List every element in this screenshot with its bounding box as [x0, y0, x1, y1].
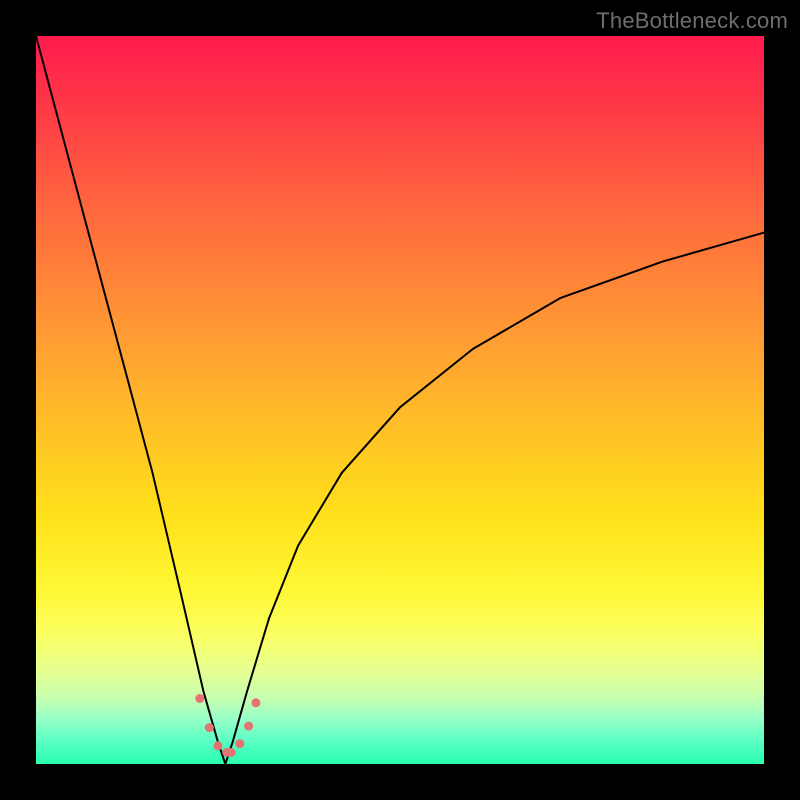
marker-dot	[205, 723, 214, 732]
marker-dot	[251, 698, 260, 707]
marker-dot	[214, 741, 223, 750]
marker-dot	[244, 722, 253, 731]
marker-dot	[235, 739, 244, 748]
curve-line	[36, 36, 764, 764]
watermark-text: TheBottleneck.com	[596, 8, 788, 34]
plot-area	[36, 36, 764, 764]
chart-frame: TheBottleneck.com	[0, 0, 800, 800]
marker-dot	[227, 748, 236, 757]
marker-dot	[195, 694, 204, 703]
bottleneck-curve	[36, 36, 764, 764]
